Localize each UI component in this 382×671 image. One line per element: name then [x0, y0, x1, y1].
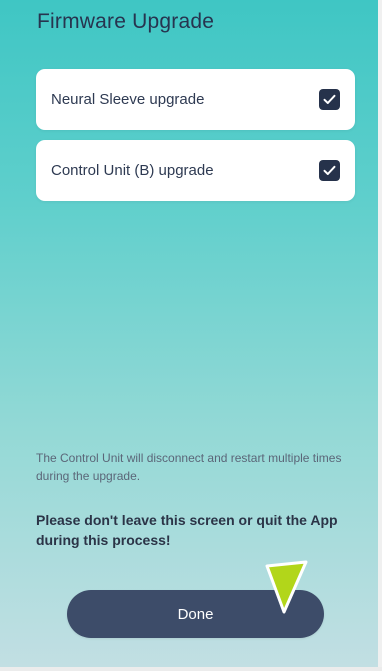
option-control-unit-upgrade[interactable]: Control Unit (B) upgrade — [36, 140, 355, 201]
screenshot-bottom-edge — [0, 667, 382, 671]
stay-on-screen-warning: Please don't leave this screen or quit t… — [36, 512, 338, 548]
disconnect-info-text: The Control Unit will disconnect and res… — [36, 451, 342, 483]
neural-sleeve-checkbox[interactable] — [319, 89, 340, 110]
firmware-upgrade-screen: Firmware Upgrade Neural Sleeve upgrade C… — [0, 0, 378, 667]
option-neural-sleeve-upgrade[interactable]: Neural Sleeve upgrade — [36, 69, 355, 130]
control-unit-checkbox[interactable] — [319, 160, 340, 181]
checkmark-icon — [323, 94, 336, 104]
tap-pointer-icon — [265, 560, 308, 614]
screenshot-right-edge — [378, 0, 382, 671]
option-label: Neural Sleeve upgrade — [51, 91, 205, 108]
option-label: Control Unit (B) upgrade — [51, 162, 214, 179]
page-title: Firmware Upgrade — [37, 10, 215, 33]
checkmark-icon — [323, 165, 336, 175]
